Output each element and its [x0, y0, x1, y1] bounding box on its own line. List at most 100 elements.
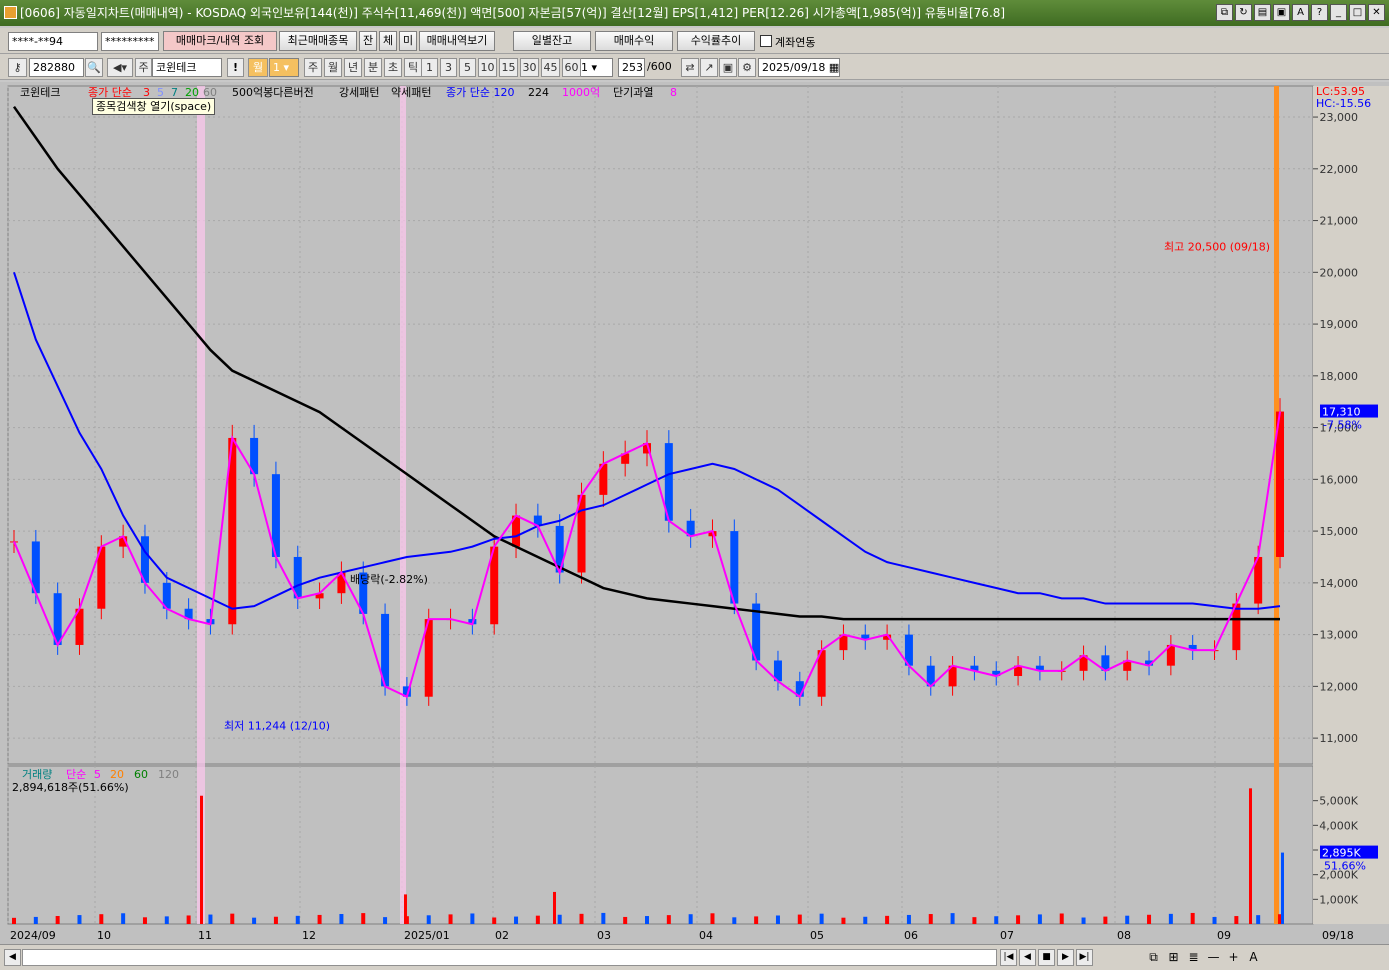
- minute-1-button[interactable]: 1: [421, 58, 438, 77]
- scroll-track[interactable]: [22, 949, 997, 966]
- chart-area[interactable]: 23,000 22,000 21,000 20,000 19,000 18,000 17,0…: [0, 82, 1389, 944]
- cycle-count-select[interactable]: 1 ▾: [269, 58, 299, 77]
- volume-ma-label: 단순: [66, 768, 86, 781]
- stock-name-value: 코윈테크: [156, 61, 197, 74]
- volume-bar: [623, 916, 628, 924]
- password-field[interactable]: *********: [101, 32, 159, 51]
- key-icon[interactable]: ⚷: [8, 58, 27, 77]
- volume-bar: [252, 917, 257, 924]
- market-prefix[interactable]: 주: [135, 58, 152, 77]
- price-tick-label: 23,000: [1320, 111, 1359, 124]
- maximize-icon[interactable]: □: [1349, 4, 1366, 21]
- x-tick-label: 06: [904, 929, 918, 942]
- gear-icon[interactable]: ⚙: [738, 58, 756, 77]
- current-change-label: -7.58%: [1323, 419, 1362, 432]
- close-icon[interactable]: ✕: [1368, 4, 1385, 21]
- cycle-3-button[interactable]: 분: [364, 58, 382, 77]
- minute-15-button[interactable]: 15: [499, 58, 518, 77]
- price-tick-label: 14,000: [1320, 577, 1359, 590]
- scroll-left-icon[interactable]: ◀: [4, 949, 21, 966]
- last-icon[interactable]: ▶|: [1076, 949, 1093, 966]
- search-icon[interactable]: 🔍: [85, 58, 103, 77]
- cycle-5-button[interactable]: 틱: [404, 58, 422, 77]
- executed-button[interactable]: 체: [379, 31, 397, 51]
- return-trend-button[interactable]: 수익률추이: [677, 31, 755, 51]
- stock-code-input[interactable]: 282880: [29, 58, 84, 77]
- account-link-checkbox[interactable]: [760, 35, 772, 47]
- cycle-1-button[interactable]: 월: [324, 58, 342, 77]
- minute-3-button[interactable]: 3: [440, 58, 457, 77]
- minute-45-button[interactable]: 45: [541, 58, 560, 77]
- volume-spike: [1281, 852, 1284, 924]
- count-input[interactable]: 253: [618, 58, 645, 77]
- price-tick-label: 13,000: [1320, 629, 1359, 642]
- link-icon[interactable]: ⧉: [1216, 4, 1233, 21]
- grid-icon[interactable]: ⊞: [1165, 949, 1182, 966]
- price-chart[interactable]: 23,00022,00021,00020,00019,00018,00017,0…: [0, 82, 1389, 944]
- trade-mark-button[interactable]: 매매마크/내역 조회: [163, 31, 277, 51]
- next-icon[interactable]: ▶: [1057, 949, 1074, 966]
- volume-bar: [688, 914, 693, 924]
- volume-bar: [448, 914, 453, 924]
- pin-icon[interactable]: ▣: [1273, 4, 1290, 21]
- account-link-label: 계좌연동: [775, 36, 816, 49]
- zoom-in-icon[interactable]: +: [1225, 949, 1242, 966]
- legend-short: 단기과열: [613, 86, 653, 99]
- volume-bar: [754, 916, 759, 924]
- recent-trades-button[interactable]: 최근매매종목: [279, 31, 357, 51]
- font-icon[interactable]: A: [1292, 4, 1309, 21]
- minute-5-button[interactable]: 5: [459, 58, 476, 77]
- legend-ma120: 종가 단순 120: [446, 86, 514, 99]
- daily-balance-button[interactable]: 일별잔고: [513, 31, 591, 51]
- cycle-0-button[interactable]: 주: [304, 58, 322, 77]
- volume-bar: [121, 913, 126, 924]
- volume-bar: [885, 915, 890, 924]
- date-input[interactable]: 2025/09/18 ▦: [758, 58, 840, 77]
- volume-bar: [230, 913, 235, 924]
- speaker-icon[interactable]: ◀▾: [107, 58, 133, 77]
- stop-icon[interactable]: ■: [1038, 949, 1055, 966]
- volume-current-label: 2,895K: [1322, 847, 1361, 860]
- prev-icon[interactable]: ◀: [1019, 949, 1036, 966]
- zoom-out-icon[interactable]: —: [1205, 949, 1222, 966]
- refresh-icon[interactable]: ↻: [1235, 4, 1252, 21]
- volume-bar: [208, 914, 213, 924]
- volume-bar: [797, 914, 802, 924]
- x-tick-label: 08: [1117, 929, 1131, 942]
- volume-spike: [553, 891, 556, 924]
- volume-tick-label: 5,000K: [1319, 795, 1358, 808]
- list-icon[interactable]: ≣: [1185, 949, 1202, 966]
- minimize-icon[interactable]: _: [1330, 4, 1347, 21]
- print-icon[interactable]: ▤: [1254, 4, 1271, 21]
- cycle-4-button[interactable]: 초: [384, 58, 402, 77]
- current-price-label: 17,310: [1322, 406, 1361, 419]
- volume-bar: [383, 917, 388, 924]
- volume-ma-period: 20: [110, 768, 124, 781]
- trade-profit-button[interactable]: 매매수익: [595, 31, 673, 51]
- volume-pct-label: 51.66%: [1324, 860, 1366, 873]
- stock-name-field[interactable]: 코윈테크: [152, 58, 222, 77]
- minute-60-button[interactable]: 60: [562, 58, 581, 77]
- minute-select[interactable]: 1 ▾: [577, 58, 613, 77]
- alert-button[interactable]: !: [227, 58, 244, 77]
- account-value: ****-**94: [12, 35, 63, 48]
- volume-bar: [666, 915, 671, 924]
- price-tick-label: 19,000: [1320, 318, 1359, 331]
- unfilled-button[interactable]: 미: [399, 31, 417, 51]
- layout-icon[interactable]: ⧉: [1145, 949, 1162, 966]
- balance-button[interactable]: 잔: [359, 31, 377, 51]
- horizontal-scrollbar[interactable]: ◀ |◀ ◀ ■ ▶ ▶| ⧉ ⊞ ≣ — + A: [0, 944, 1389, 970]
- minute-30-button[interactable]: 30: [520, 58, 539, 77]
- account-select[interactable]: ****-**94: [8, 32, 98, 51]
- first-icon[interactable]: |◀: [1000, 949, 1017, 966]
- volume-bar: [906, 914, 911, 924]
- cycle-2-button[interactable]: 년: [344, 58, 362, 77]
- help-icon[interactable]: ?: [1311, 4, 1328, 21]
- font-size-icon[interactable]: A: [1245, 949, 1262, 966]
- trade-detail-button[interactable]: 매매내역보기: [419, 31, 495, 51]
- save-icon[interactable]: ▣: [719, 58, 737, 77]
- cycle-month-button[interactable]: 월: [248, 58, 268, 77]
- arrow-icon[interactable]: ⇄: [681, 58, 699, 77]
- chart-icon[interactable]: ↗: [700, 58, 718, 77]
- minute-10-button[interactable]: 10: [478, 58, 497, 77]
